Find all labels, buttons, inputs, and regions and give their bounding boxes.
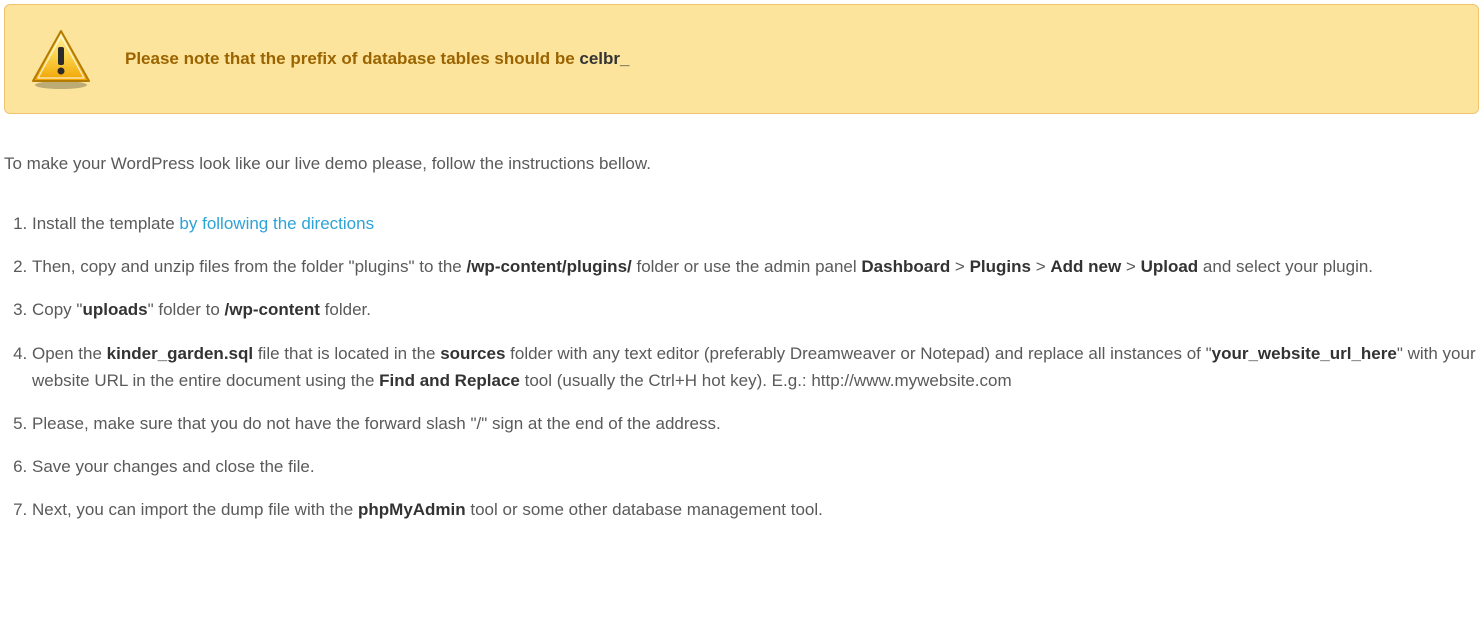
step-2: Then, copy and unzip files from the fold…	[32, 253, 1479, 280]
intro-text: To make your WordPress look like our liv…	[4, 154, 1479, 174]
step-5: Please, make sure that you do not have t…	[32, 410, 1479, 437]
path-wpcontent: /wp-content	[225, 300, 320, 319]
step-text: and select your plugin.	[1198, 257, 1373, 276]
instructions-list: Install the template by following the di…	[4, 210, 1479, 524]
alert-prefix-value: celbr_	[579, 49, 629, 68]
sep: >	[1121, 257, 1140, 276]
menu-dashboard: Dashboard	[861, 257, 950, 276]
step-7: Next, you can import the dump file with …	[32, 496, 1479, 523]
step-text: folder with any text editor (preferably …	[505, 344, 1211, 363]
tool-phpmyadmin: phpMyAdmin	[358, 500, 466, 519]
step-3: Copy "uploads" folder to /wp-content fol…	[32, 296, 1479, 323]
menu-add-new: Add new	[1050, 257, 1121, 276]
menu-plugins: Plugins	[970, 257, 1031, 276]
step-text: Install the template	[32, 214, 179, 233]
step-text: Then, copy and unzip files from the fold…	[32, 257, 466, 276]
placeholder-url: your_website_url_here	[1212, 344, 1397, 363]
warning-icon	[29, 27, 93, 91]
prefix-alert: Please note that the prefix of database …	[4, 4, 1479, 114]
step-text: Open the	[32, 344, 107, 363]
alert-text: Please note that the prefix of database …	[125, 49, 629, 69]
alert-message: Please note that the prefix of database …	[125, 49, 579, 68]
step-text: Next, you can import the dump file with …	[32, 500, 358, 519]
file-sql: kinder_garden.sql	[107, 344, 253, 363]
tool-find-replace: Find and Replace	[379, 371, 520, 390]
step-text: " folder to	[148, 300, 225, 319]
step-text: tool (usually the Ctrl+H hot key). E.g.:…	[520, 371, 1012, 390]
step-text: tool or some other database management t…	[466, 500, 823, 519]
step-6: Save your changes and close the file.	[32, 453, 1479, 480]
directions-link[interactable]: by following the directions	[179, 214, 374, 233]
step-4: Open the kinder_garden.sql file that is …	[32, 340, 1479, 394]
step-1: Install the template by following the di…	[32, 210, 1479, 237]
folder-uploads: uploads	[82, 300, 147, 319]
sep: >	[1031, 257, 1050, 276]
menu-upload: Upload	[1141, 257, 1199, 276]
step-text: folder or use the admin panel	[632, 257, 862, 276]
step-text: Please, make sure that you do not have t…	[32, 414, 721, 433]
step-text: Copy "	[32, 300, 82, 319]
path-plugins: /wp-content/plugins/	[466, 257, 631, 276]
step-text: Save your changes and close the file.	[32, 457, 315, 476]
step-text: folder.	[320, 300, 371, 319]
step-text: file that is located in the	[253, 344, 440, 363]
folder-sources: sources	[440, 344, 505, 363]
sep: >	[950, 257, 969, 276]
